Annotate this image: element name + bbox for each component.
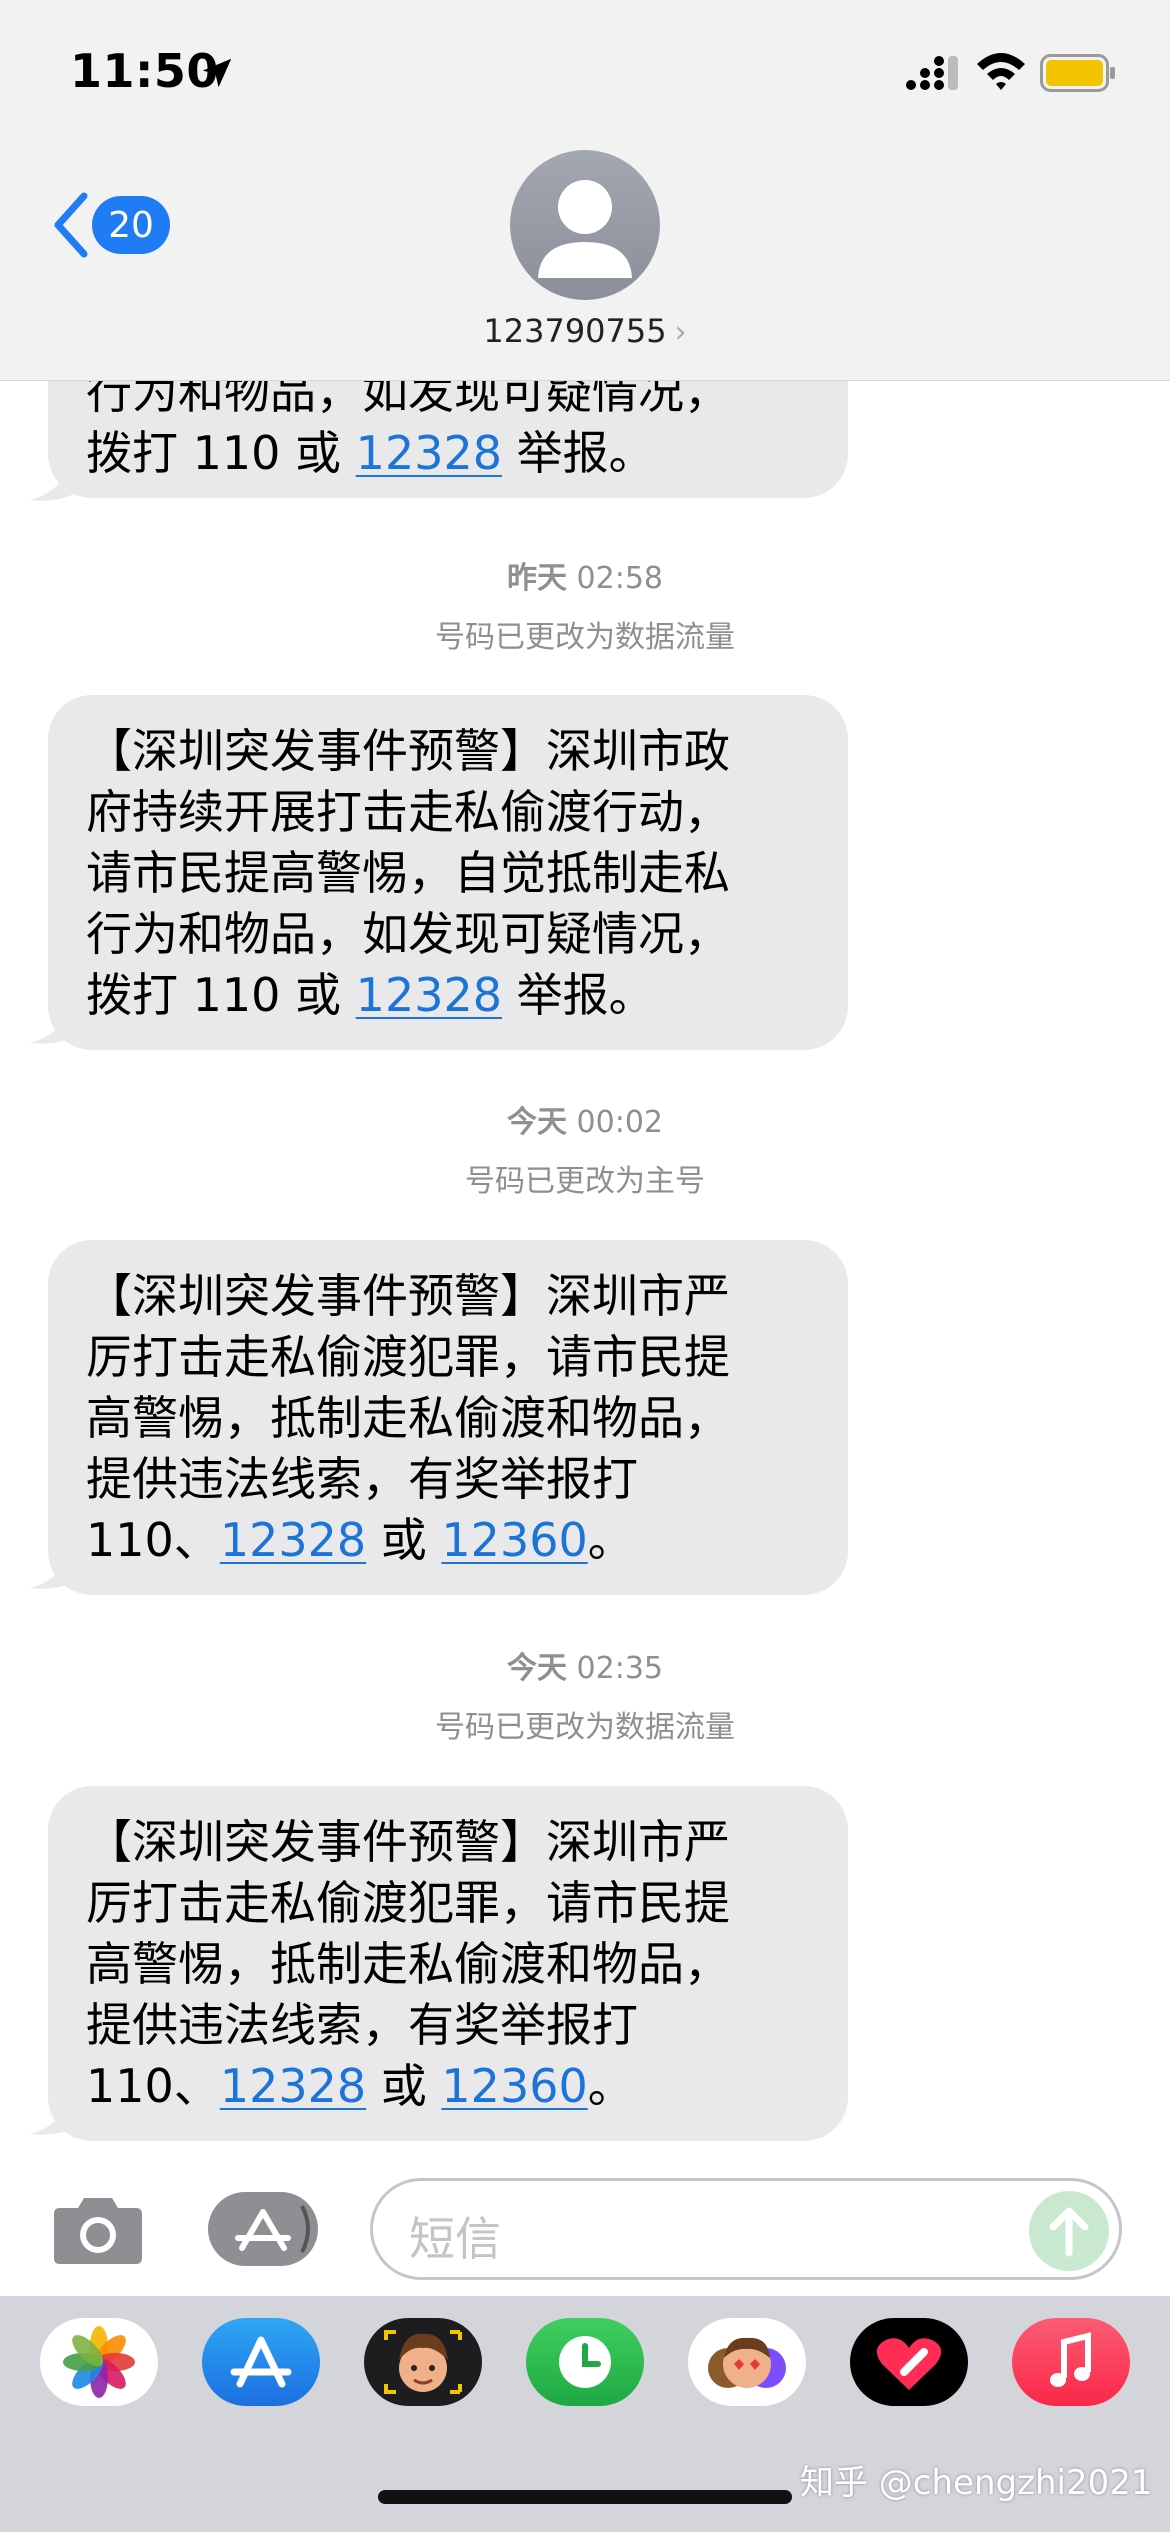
chevron-left-icon <box>54 192 88 258</box>
contact-name[interactable]: 123790755 › <box>0 312 1170 350</box>
phone-link-12328[interactable]: 12328 <box>220 1513 366 1567</box>
phone-link-12328[interactable]: 12328 <box>220 2059 366 2113</box>
animoji-icon[interactable] <box>688 2318 806 2406</box>
send-button[interactable] <box>1029 2191 1109 2271</box>
message-line: 高警惕，抵制走私偷渡和物品， <box>86 1937 730 1991</box>
message-input[interactable]: 短信 <box>370 2178 1122 2280</box>
message-text: 举报。 <box>502 426 655 480</box>
navigation-header: 11:50 20 123790755 › <box>0 0 1170 381</box>
arrow-up-icon <box>1049 2207 1089 2257</box>
cellular-signal-icon <box>906 56 958 90</box>
home-indicator[interactable] <box>378 2490 792 2504</box>
message-line: 110、12328 或 12360。 <box>86 2059 634 2113</box>
app-store-button[interactable] <box>208 2192 318 2266</box>
system-note: 号码已更改为数据流量 <box>435 1710 735 1745</box>
message-line: 拨打 110 或 12328 举报。 <box>86 968 655 1022</box>
phone-link-12360[interactable]: 12360 <box>441 2059 587 2113</box>
message-line: 请市民提高警惕，自觉抵制走私 <box>86 846 730 900</box>
person-icon <box>538 180 632 278</box>
app-store-icon[interactable] <box>202 2318 320 2406</box>
memoji-icon[interactable] <box>364 2318 482 2406</box>
message-text: 拨打 110 或 <box>86 426 356 480</box>
music-icon[interactable] <box>1012 2318 1130 2406</box>
message-line: 【深圳突发事件预警】深圳市严 <box>86 1269 730 1323</box>
message-bubble[interactable]: 【深圳突发事件预警】深圳市严 厉打击走私偷渡犯罪，请市民提 高警惕，抵制走私偷渡… <box>48 1786 848 2141</box>
contact-number: 123790755 <box>483 312 667 350</box>
timestamp: 今天 02:35 <box>507 1651 663 1686</box>
message-line: 【深圳突发事件预警】深圳市严 <box>86 1815 730 1869</box>
input-placeholder: 短信 <box>409 2212 501 2266</box>
message-line: 【深圳突发事件预警】深圳市政 <box>86 724 730 778</box>
watermark: 知乎 @chengzhi2021 <box>800 2463 1153 2503</box>
message-bubble[interactable]: 【深圳突发事件预警】深圳市政 府持续开展打击走私偷渡行动， 请市民提高警惕，自觉… <box>48 695 848 1050</box>
contact-chevron: › <box>674 315 687 350</box>
message-line: 提供违法线索，有奖举报打 <box>86 1998 638 2052</box>
message-line: 府持续开展打击走私偷渡行动， <box>86 785 730 839</box>
phone-link-12328[interactable]: 12328 <box>356 968 502 1022</box>
message-line: 110、12328 或 12360。 <box>86 1513 634 1567</box>
camera-icon[interactable] <box>52 2192 144 2266</box>
message-line: 提供违法线索，有奖举报打 <box>86 1452 638 1506</box>
system-note: 号码已更改为数据流量 <box>435 620 735 655</box>
back-button[interactable]: 20 <box>48 190 178 260</box>
photos-icon[interactable] <box>40 2318 158 2406</box>
battery-icon <box>1040 54 1115 92</box>
timestamp: 今天 00:02 <box>507 1105 663 1140</box>
message-line: 厉打击走私偷渡犯罪，请市民提 <box>86 1330 730 1384</box>
timestamp: 昨天 02:58 <box>507 561 663 596</box>
location-arrow-icon <box>202 58 232 88</box>
unread-count-badge: 20 <box>92 196 170 254</box>
wifi-icon <box>977 53 1025 90</box>
message-bubble[interactable]: 【深圳突发事件预警】深圳市严 厉打击走私偷渡犯罪，请市民提 高警惕，抵制走私偷渡… <box>48 1240 848 1595</box>
digital-touch-icon[interactable] <box>850 2318 968 2406</box>
screen-time-icon[interactable] <box>526 2318 644 2406</box>
message-line: 高警惕，抵制走私偷渡和物品， <box>86 1391 730 1445</box>
message-line: 行为和物品，如发现可疑情况， <box>86 907 730 961</box>
status-time: 11:50 <box>70 44 219 98</box>
phone-link-12328[interactable]: 12328 <box>356 426 502 480</box>
contact-avatar[interactable] <box>510 150 660 300</box>
app-store-icon <box>235 2205 310 2253</box>
message-line: 厉打击走私偷渡犯罪，请市民提 <box>86 1876 730 1930</box>
phone-link-12360[interactable]: 12360 <box>441 1513 587 1567</box>
system-note: 号码已更改为主号 <box>465 1164 705 1199</box>
message-line: 拨打 110 或 12328 举报。 <box>86 423 810 484</box>
